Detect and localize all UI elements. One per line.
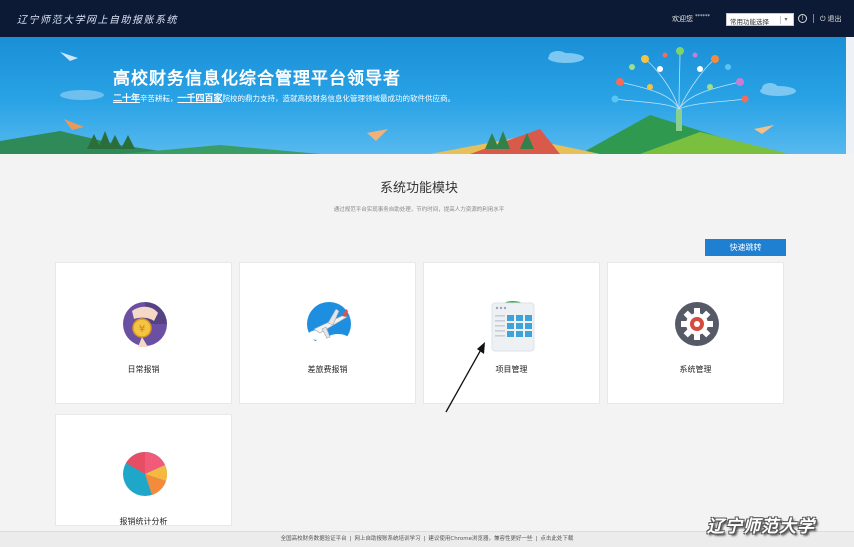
annotation-arrow [445,342,485,413]
scrollbar-track[interactable] [846,37,854,154]
gear-icon [675,302,719,346]
module-label: 报销统计分析 [119,517,168,526]
airplane-icon [307,302,351,346]
logout-label: 退出 [827,15,842,23]
module-card-system-management[interactable]: 系统管理 [607,262,784,404]
svg-text:¥: ¥ [139,324,145,335]
welcome-text: 欢迎您 ****** [672,14,710,24]
footer-link[interactable]: 网上自助报账系统培训学习 [355,536,421,542]
banner-highlight-years: 二十年 [113,94,141,104]
module-label: 日常报销 [127,365,160,374]
banner-subline: 二十年辛苦耕耘，一千四百家院校的鼎力支持，造就高校财务信息化管理领域最成功的软件… [113,92,493,106]
footer-text: 建议使用Chrome浏览器，兼容性更好一些 [428,536,533,542]
section-subtitle: 通过规范平台实现事务自助处理，节约时间，提高人力资源的利用水平 [333,207,505,213]
info-icon[interactable]: ! [798,14,807,23]
module-card-travel-reimbursement[interactable]: 差旅费报销 [239,262,416,404]
welcome-label: 欢迎您 [672,15,693,23]
footer-link[interactable]: 全国高校财务数据验证平台 [281,536,347,542]
module-label: 差旅费报销 [307,365,348,374]
footer-download-link[interactable]: 点击此处下载 [540,536,573,542]
pie-chart-icon [123,452,168,496]
university-watermark: 辽宁师范大学 [707,517,815,537]
logout-button[interactable]: ⏻ 退出 [820,14,842,24]
section-title: 系统功能模块 [379,181,458,196]
function-select-value: 常用功能选择 [730,18,769,26]
grid-document-icon [491,300,535,352]
module-label: 系统管理 [679,365,712,374]
module-card-reimbursement-statistics[interactable]: 报销统计分析 [55,414,232,526]
chevron-down-icon: ▾ [780,16,791,24]
banner-text-1: 辛苦耕耘， [140,94,178,103]
divider [813,14,814,23]
power-icon: ⏻ [820,15,826,23]
top-header-bar: 辽宁师范大学网上自助报账系统 欢迎您 ****** 常用功能选择 ▾ ! ⏻ 退出 [0,0,854,37]
system-title: 辽宁师范大学网上自助报账系统 [17,15,178,26]
banner-text-2: 院校的鼎力支持，造就高校财务信息化管理领域最成功的软件供应商。 [222,94,456,103]
module-card-daily-reimbursement[interactable]: ¥ 日常报销 [55,262,232,404]
username: ****** [695,14,710,20]
quick-jump-button[interactable]: 快速跳转 [705,239,786,256]
banner-highlight-count: 一千四百家 [177,94,223,104]
function-select-dropdown[interactable]: 常用功能选择 ▾ [726,13,794,26]
banner-headline: 高校财务信息化综合管理平台领导者 [113,69,401,89]
coin-hand-icon: ¥ [123,302,167,347]
promo-banner: 高校财务信息化综合管理平台领导者 二十年辛苦耕耘，一千四百家院校的鼎力支持，造就… [0,37,854,154]
